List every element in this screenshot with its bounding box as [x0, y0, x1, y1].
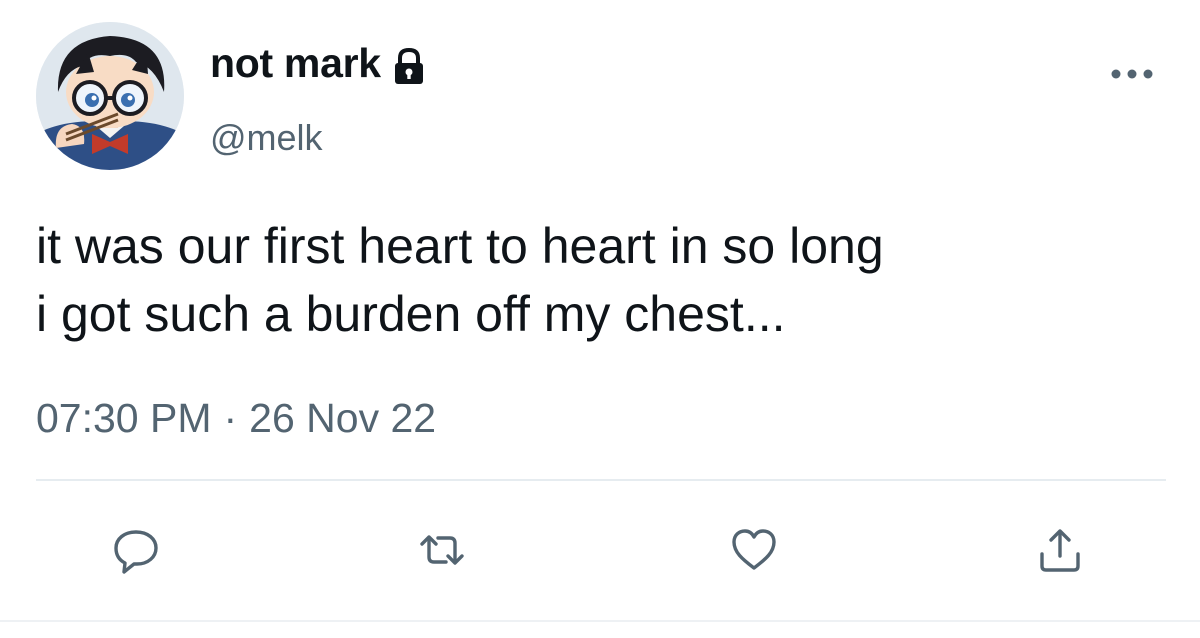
share-icon: [1040, 529, 1080, 572]
lock-icon: [394, 47, 423, 84]
retweet-button[interactable]: [412, 520, 472, 580]
reply-icon: [114, 530, 158, 574]
divider: [36, 479, 1166, 481]
tweet-text: it was our first heart to heart in so lo…: [36, 218, 884, 342]
share-button[interactable]: [1030, 520, 1090, 580]
bottom-border: [0, 620, 1200, 622]
more-icon[interactable]: [1108, 66, 1156, 82]
author-handle[interactable]: @melk: [210, 117, 323, 159]
reply-button[interactable]: [106, 520, 166, 580]
avatar-image: [36, 22, 184, 170]
author-row: not mark: [210, 40, 427, 87]
display-name[interactable]: not mark: [210, 40, 381, 87]
tweet-timestamp[interactable]: 07:30 PM · 26 Nov 22: [36, 395, 436, 442]
tweet-card: not mark @melk it was our first heart to…: [0, 0, 1200, 638]
tweet-date: 26 Nov 22: [249, 395, 437, 441]
avatar[interactable]: [36, 22, 184, 170]
like-button[interactable]: [724, 520, 784, 580]
tweet-time: 07:30 PM: [36, 395, 212, 441]
heart-icon: [732, 529, 776, 570]
meta-separator: ·: [223, 395, 238, 441]
retweet-icon: [420, 535, 464, 565]
action-bar: [0, 520, 1200, 584]
